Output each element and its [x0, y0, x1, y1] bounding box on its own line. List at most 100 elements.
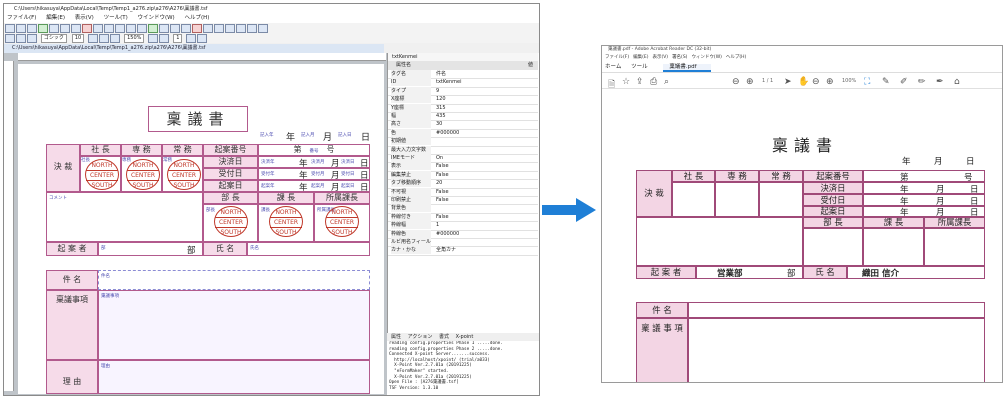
hand-icon[interactable]: ✋ — [798, 77, 809, 87]
kenmei-field-box[interactable]: 件名 — [98, 270, 370, 290]
prev-page-icon[interactable] — [186, 34, 197, 43]
copy-icon[interactable] — [60, 24, 70, 33]
rect-icon[interactable] — [126, 24, 136, 33]
save-icon[interactable] — [27, 24, 37, 33]
highlight-icon[interactable]: ✐ — [900, 77, 908, 87]
stamp-icon[interactable] — [192, 24, 202, 33]
property-value[interactable]: #000000 — [436, 230, 459, 238]
fit-page-icon[interactable]: ⛶ — [864, 77, 870, 87]
align-right-icon[interactable] — [225, 24, 235, 33]
paste-icon[interactable] — [71, 24, 81, 33]
print-icon[interactable] — [38, 24, 48, 33]
vmenu-edit[interactable]: 編集(E) — [633, 55, 648, 60]
field-kian-nen[interactable]: 起案年 — [261, 183, 275, 189]
uketsuke-date-box[interactable]: 受付年年受付月月受付日日 — [258, 168, 370, 181]
field-kian-hi[interactable]: 起案日 — [341, 183, 355, 189]
menu-view[interactable]: 表示(V) — [75, 15, 94, 21]
text-icon[interactable] — [104, 24, 114, 33]
property-value[interactable]: 315 — [436, 104, 446, 112]
kessai-date-box[interactable]: 決済年年決済月月決済日日 — [258, 156, 370, 169]
form-canvas[interactable]: 稟議書 記入年 年 記入月 月 記入日 日 決 裁 社 長 専 務 常 務 社長… — [18, 64, 384, 394]
property-value[interactable]: 120 — [436, 95, 446, 103]
field-uketsuke-tsuki[interactable]: 受付月 — [311, 171, 325, 177]
align-left-icon[interactable] — [203, 24, 213, 33]
property-value[interactable]: False — [436, 171, 449, 179]
select-icon[interactable] — [93, 24, 103, 33]
zoom-in-icon[interactable]: ⊕ — [826, 77, 834, 87]
stamp-jomu[interactable]: NORTH CENTER SOUTH — [167, 159, 201, 190]
field-kinyu-hi[interactable]: 記入日 — [338, 132, 352, 138]
field-kenmei[interactable]: 件名 — [101, 273, 110, 279]
ringi-field-box[interactable]: 稟議事項 — [98, 290, 370, 360]
underline-icon[interactable] — [27, 34, 37, 43]
zoom-in-icon[interactable] — [148, 34, 159, 43]
property-value[interactable]: 20 — [436, 179, 442, 187]
property-value[interactable]: 435 — [436, 112, 446, 120]
image-icon[interactable] — [148, 24, 158, 33]
property-value[interactable]: 全角カナ — [436, 246, 456, 254]
menu-window[interactable]: ウインドウ(W) — [137, 15, 174, 21]
comment-box[interactable]: コメント — [46, 192, 203, 242]
line-icon[interactable] — [115, 24, 125, 33]
property-value[interactable]: 9 — [436, 87, 439, 95]
property-value[interactable]: txtKenmei — [436, 78, 462, 86]
field-kessai-hi[interactable]: 決済日 — [341, 159, 355, 165]
border-icon[interactable] — [110, 34, 121, 43]
field-icon[interactable] — [159, 24, 169, 33]
field-comment[interactable]: コメント — [49, 195, 67, 201]
vmenu-file[interactable]: ファイル(F) — [605, 55, 629, 60]
property-value[interactable]: False — [436, 188, 449, 196]
field-bu[interactable]: 部 — [101, 245, 106, 251]
zoom-out-icon[interactable]: ⊖ — [812, 77, 820, 87]
fill-sign-icon[interactable]: ✒ — [936, 77, 944, 87]
align-center-icon[interactable] — [214, 24, 224, 33]
vmenu-view[interactable]: 表示(V) — [652, 55, 668, 60]
vmenu-window[interactable]: ウィンドウ(W) — [691, 55, 721, 60]
font-name-select[interactable]: ゴシック — [40, 34, 67, 43]
stamp-senmu[interactable]: NORTH CENTER SOUTH — [126, 159, 160, 190]
field-kessai-tsuki[interactable]: 決済月 — [311, 159, 325, 165]
stamp-shozoku[interactable]: NORTH CENTER SOUTH — [325, 206, 359, 237]
comment-icon[interactable]: ✎ — [882, 77, 890, 87]
bookmark-icon[interactable]: ☆ — [622, 77, 630, 87]
search-icon[interactable]: ⌕ — [664, 77, 669, 87]
check-icon[interactable] — [170, 24, 180, 33]
new-icon[interactable] — [5, 24, 15, 33]
stamp-shacho[interactable]: NORTH CENTER SOUTH — [85, 159, 119, 190]
page-indicator[interactable]: 1 / 1 — [762, 78, 773, 84]
stamp-kacho[interactable]: NORTH CENTER SOUTH — [269, 206, 303, 237]
cut-icon[interactable] — [49, 24, 59, 33]
page-select[interactable]: 1 — [173, 34, 183, 43]
menu-help[interactable]: ヘルプ(H) — [184, 15, 209, 21]
save-icon[interactable]: 🗎 — [608, 77, 615, 93]
props-object-name[interactable]: txtKenmei — [388, 53, 538, 61]
property-value[interactable]: #000000 — [436, 129, 459, 137]
property-value[interactable]: On — [436, 154, 443, 162]
vtab-document[interactable]: 稟議書.pdf — [663, 64, 711, 72]
field-kian-tsuki[interactable]: 起案月 — [311, 183, 325, 189]
ellipse-icon[interactable] — [137, 24, 147, 33]
document-tab[interactable]: C:\Users\hikasuya\AppData\Local\Temp\Tem… — [4, 44, 384, 53]
radio-icon[interactable] — [181, 24, 191, 33]
upload-icon[interactable]: ⇪ — [636, 77, 644, 87]
next-page-icon[interactable]: ⊕ — [746, 77, 754, 87]
zoom-select[interactable]: 150% — [124, 34, 145, 43]
stamp-icon[interactable]: ⌂ — [954, 77, 960, 87]
property-value[interactable]: 1 — [436, 221, 439, 229]
property-value[interactable]: False — [436, 213, 449, 221]
next-page-icon[interactable] — [197, 34, 208, 43]
field-kinyu-nen[interactable]: 記入年 — [260, 132, 274, 138]
kian-bango-box[interactable]: 第 番号 号 — [258, 144, 370, 156]
vmenu-help[interactable]: ヘルプ(H) — [726, 55, 746, 60]
property-value[interactable]: False — [436, 196, 449, 204]
draw-icon[interactable]: ✏ — [918, 77, 926, 87]
riyu-field-box[interactable]: 理由 — [98, 360, 370, 394]
text-color-icon[interactable] — [88, 34, 99, 43]
zoom-level[interactable]: 100% — [842, 78, 856, 84]
field-kacho[interactable]: 課長 — [261, 207, 270, 213]
menu-edit[interactable]: 編集(E) — [46, 15, 65, 21]
tab-xpoint[interactable]: X-point — [456, 334, 474, 340]
menu-file[interactable]: ファイル(F) — [7, 15, 36, 21]
vtab-tools[interactable]: ツール — [631, 64, 648, 70]
italic-icon[interactable] — [16, 34, 26, 43]
